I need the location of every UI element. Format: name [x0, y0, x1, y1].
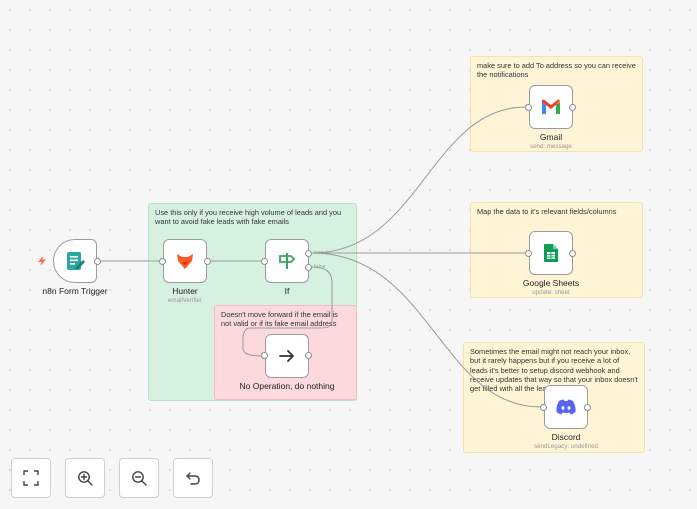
edge-if-discord: [311, 252, 542, 408]
output-port[interactable]: [569, 104, 576, 111]
connections-layer: [101, 104, 545, 410]
node-sublabel: send: message: [530, 143, 572, 150]
google-sheets-icon: [544, 244, 558, 262]
reset-zoom-button[interactable]: [173, 458, 213, 498]
hunter-fox-icon: [177, 254, 193, 269]
branch-label-true: true: [314, 250, 324, 256]
fit-view-button[interactable]: [11, 458, 51, 498]
node-label: No Operation, do nothing: [239, 381, 335, 391]
node-form-trigger[interactable]: [53, 239, 97, 283]
output-port[interactable]: [569, 250, 576, 257]
signpost-icon: [279, 253, 296, 269]
node-if[interactable]: [265, 239, 309, 283]
node-sublabel: sendLegacy: undefined: [534, 443, 598, 450]
node-label: Hunter: [172, 286, 198, 296]
node-hunter[interactable]: [163, 239, 207, 283]
reset-zoom-icon: [186, 472, 200, 485]
node-sublabel: update: sheet: [532, 289, 570, 296]
output-port[interactable]: [204, 258, 211, 265]
input-port[interactable]: [525, 250, 532, 257]
output-port-true[interactable]: [305, 250, 312, 257]
zoom-out-icon: [132, 471, 147, 486]
zoom-in-icon: [78, 471, 93, 486]
input-port[interactable]: [159, 258, 166, 265]
input-port[interactable]: [525, 104, 532, 111]
node-google-sheets[interactable]: [529, 231, 573, 275]
discord-icon: [556, 399, 576, 415]
gmail-icon: [542, 99, 560, 114]
input-port[interactable]: [261, 258, 268, 265]
arrow-right-icon: [279, 350, 294, 362]
zoom-in-button[interactable]: [65, 458, 105, 498]
node-label: Google Sheets: [522, 278, 580, 288]
input-port[interactable]: [261, 352, 268, 359]
edge-if-gmail: [311, 106, 527, 254]
form-trigger-icon: [67, 252, 85, 270]
fit-view-icon: [23, 470, 39, 486]
output-port[interactable]: [94, 258, 101, 265]
zoom-out-button[interactable]: [119, 458, 159, 498]
node-no-operation[interactable]: [265, 334, 309, 378]
output-port[interactable]: [305, 352, 312, 359]
node-discord[interactable]: [544, 385, 588, 429]
node-gmail[interactable]: [529, 85, 573, 129]
node-label: n8n Form Trigger: [42, 286, 108, 296]
node-label: Gmail: [539, 132, 563, 142]
input-port[interactable]: [540, 404, 547, 411]
node-label: If: [284, 286, 290, 296]
branch-label-false: false: [314, 264, 326, 270]
output-port-false[interactable]: [305, 264, 312, 271]
bolt-icon: [38, 256, 46, 266]
node-sublabel: emailVerifier: [167, 297, 203, 304]
output-port[interactable]: [584, 404, 591, 411]
node-label: Discord: [551, 432, 581, 442]
